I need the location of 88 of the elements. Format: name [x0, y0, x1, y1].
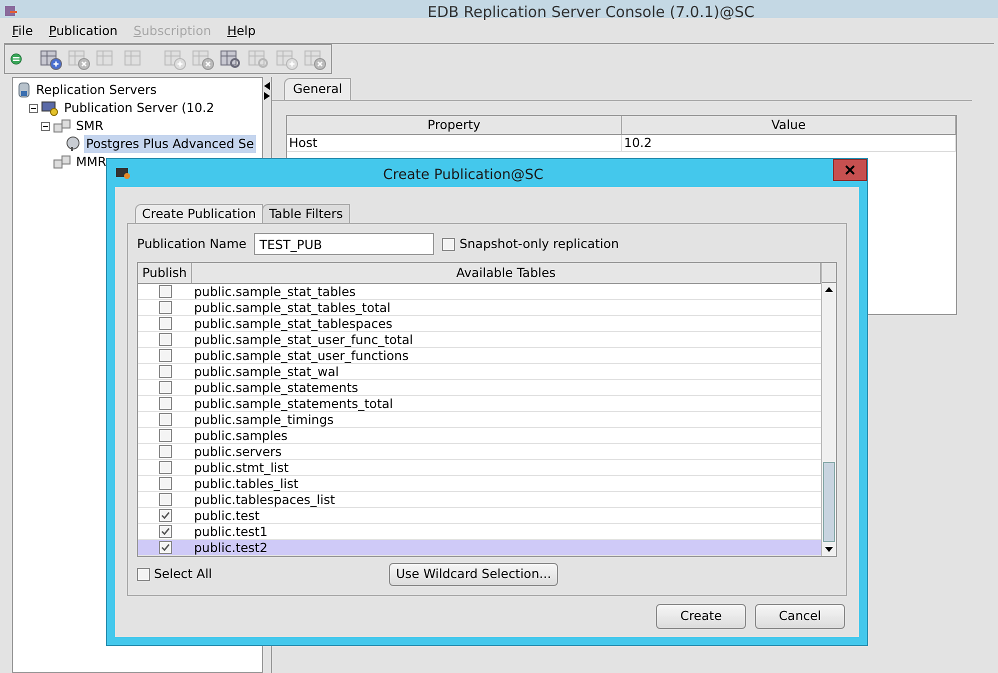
server-icon	[17, 82, 31, 98]
table-cell: Host	[287, 135, 622, 151]
table-row[interactable]: public.stmt_list	[138, 460, 821, 476]
table-row[interactable]: public.sample_stat_user_functions	[138, 348, 821, 364]
table-name: public.sample_statements	[193, 380, 360, 395]
dialog-button[interactable]: Cancel	[755, 604, 845, 629]
field-label: Publication Name	[137, 234, 246, 253]
dialog-tab[interactable]: Table Filters	[262, 204, 350, 223]
details-tab[interactable]: General	[284, 78, 352, 100]
publish-checkbox[interactable]	[158, 509, 172, 522]
table-row[interactable]: public.test2	[138, 540, 821, 556]
table-name: public.test2	[193, 540, 269, 555]
tree-item[interactable]: Publication Server (10.2	[62, 98, 216, 118]
column-header: Publish	[138, 263, 192, 283]
publish-checkbox[interactable]	[158, 397, 172, 410]
wildcard-button[interactable]: Use Wildcard Selection...	[389, 562, 558, 586]
tree-item[interactable]: MMR	[74, 152, 108, 172]
publish-checkbox[interactable]	[158, 333, 172, 346]
publish-checkbox[interactable]	[158, 477, 172, 490]
window-title: EDB Replication Server Console (7.0.1)@SC	[428, 5, 754, 20]
collapse-icon[interactable]	[29, 104, 38, 112]
column-header: Property	[287, 116, 622, 134]
table-row[interactable]: public.sample_stat_user_func_total	[138, 332, 821, 348]
table-name: public.sample_stat_tables_total	[193, 300, 392, 315]
table-name: public.sample_stat_tablespaces	[193, 316, 394, 331]
table-name: public.sample_stat_wal	[193, 364, 340, 379]
collapse-icon[interactable]	[41, 122, 50, 130]
publish-checkbox[interactable]	[158, 429, 172, 442]
publish-checkbox[interactable]	[158, 365, 172, 378]
table-row[interactable]: public.sample_stat_wal	[138, 364, 821, 380]
table-row[interactable]: public.sample_stat_tables	[138, 284, 821, 300]
tree-item[interactable]: SMR	[74, 116, 106, 136]
table-row[interactable]: public.sample_stat_tablespaces	[138, 316, 821, 332]
close-icon	[845, 165, 855, 175]
publish-checkbox[interactable]	[158, 349, 172, 362]
publish-checkbox[interactable]	[158, 445, 172, 458]
scrollbar[interactable]	[821, 263, 836, 556]
publish-checkbox[interactable]	[158, 541, 172, 554]
publish-checkbox[interactable]	[158, 317, 172, 330]
menu-item[interactable]: File	[12, 22, 33, 41]
table-row[interactable]: public.test1	[138, 524, 821, 540]
table-name: public.tablespaces_list	[193, 492, 336, 507]
table-row[interactable]: public.sample_statements_total	[138, 396, 821, 412]
table-row[interactable]: public.sample_timings	[138, 412, 821, 428]
tree-item[interactable]: Replication Servers	[34, 80, 159, 100]
table-name: public.test1	[193, 524, 269, 539]
table-row[interactable]: public.samples	[138, 428, 821, 444]
publish-checkbox[interactable]	[158, 285, 172, 298]
checkbox-label: Snapshot-only replication	[459, 234, 619, 253]
table-name: public.sample_stat_tables	[193, 284, 357, 299]
publish-checkbox[interactable]	[158, 493, 172, 506]
app-icon	[115, 167, 131, 179]
publish-checkbox[interactable]	[158, 413, 172, 426]
table-name: public.samples	[193, 428, 289, 443]
column-header: Value	[622, 116, 956, 134]
checkbox-label: Select All	[154, 564, 214, 583]
app-icon	[4, 6, 18, 18]
dialog-button[interactable]: Create	[656, 604, 746, 629]
table-row[interactable]: public.sample_statements	[138, 380, 821, 396]
table-cell: 10.2	[622, 135, 956, 151]
dialog-tab[interactable]: Create Publication	[135, 204, 264, 223]
publication-name-field[interactable]: TEST_PUB	[254, 233, 434, 255]
publish-checkbox[interactable]	[158, 525, 172, 538]
splitter-arrows-icon[interactable]	[264, 81, 270, 101]
tree-item[interactable]: Postgres Plus Advanced Se	[84, 134, 256, 154]
publish-checkbox[interactable]	[158, 381, 172, 394]
table-name: public.test	[193, 508, 261, 523]
select-all-checkbox[interactable]	[137, 568, 150, 580]
table-row[interactable]: public.sample_stat_tables_total	[138, 300, 821, 316]
scroll-thumb[interactable]	[823, 462, 835, 542]
menu-item[interactable]: Publication	[48, 22, 118, 41]
table-row[interactable]: public.test	[138, 508, 821, 524]
table-name: public.stmt_list	[193, 460, 290, 475]
publish-checkbox[interactable]	[158, 301, 172, 314]
table-name: public.sample_statements_total	[193, 396, 394, 411]
table-name: public.sample_stat_user_func_total	[193, 332, 414, 347]
table-row[interactable]: public.tables_list	[138, 476, 821, 492]
table-row[interactable]: public.tablespaces_list	[138, 492, 821, 508]
table-row[interactable]: public.servers	[138, 444, 821, 460]
menu-item[interactable]: Help	[227, 22, 256, 41]
table-name: public.tables_list	[193, 476, 300, 491]
dialog-title: Create Publication@SC	[383, 166, 544, 185]
table-name: public.servers	[193, 444, 283, 459]
table-name: public.sample_timings	[193, 412, 335, 427]
publish-checkbox[interactable]	[158, 461, 172, 474]
close-button[interactable]	[833, 159, 867, 181]
table-name: public.sample_stat_user_functions	[193, 348, 410, 363]
snapshot-checkbox[interactable]	[442, 238, 456, 250]
